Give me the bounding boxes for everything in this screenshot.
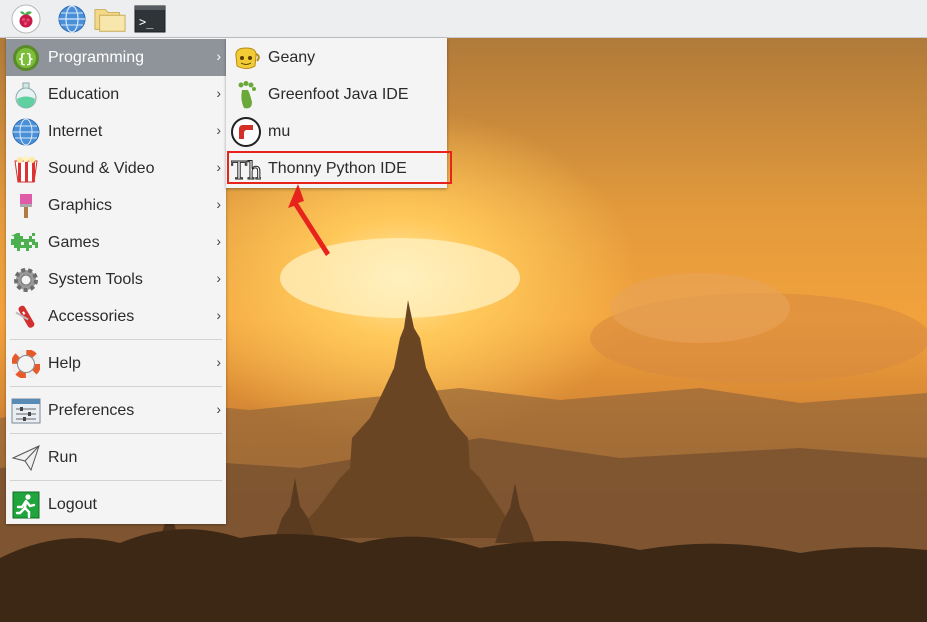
menu-separator: [10, 480, 222, 481]
menu-item-run[interactable]: Run: [6, 439, 226, 476]
greenfoot-icon: [230, 79, 262, 111]
menu-item-logout[interactable]: Logout: [6, 486, 226, 523]
preferences-icon: [10, 395, 42, 427]
system-tools-icon: [10, 264, 42, 296]
menu-item-system-tools[interactable]: System Tools ›: [6, 261, 226, 298]
menu-item-label: Sound & Video: [48, 159, 155, 177]
menu-item-label: Graphics: [48, 196, 113, 214]
menu-item-internet[interactable]: Internet ›: [6, 113, 226, 150]
menu-item-label: Run: [48, 448, 78, 466]
chevron-right-icon: ›: [216, 270, 221, 286]
file-manager-icon: [94, 9, 126, 32]
web-browser-button[interactable]: [56, 3, 88, 35]
education-icon: [10, 79, 42, 111]
chevron-right-icon: ›: [216, 354, 221, 370]
chevron-right-icon: ›: [216, 85, 221, 101]
chevron-right-icon: ›: [216, 122, 221, 138]
menu-item-label: Internet: [48, 122, 103, 140]
mu-icon: [230, 116, 262, 148]
menu-item-programming[interactable]: {} Programming ›: [6, 39, 226, 76]
menu-item-label: Games: [48, 233, 100, 251]
file-manager-button[interactable]: [94, 3, 126, 35]
menu-item-help[interactable]: Help ›: [6, 345, 226, 382]
submenu-item-greenfoot[interactable]: Greenfoot Java IDE: [226, 76, 447, 113]
menu-item-preferences[interactable]: Preferences ›: [6, 392, 226, 429]
geany-icon: [230, 42, 262, 74]
menu-item-label: Logout: [48, 495, 97, 513]
raspberry-menu-icon: [11, 4, 41, 34]
terminal-icon: >_: [134, 5, 166, 33]
menu-item-label: Help: [48, 354, 81, 372]
internet-icon: [10, 116, 42, 148]
menu-item-label: Accessories: [48, 307, 135, 325]
games-icon: [10, 227, 42, 259]
submenu-item-label: mu: [268, 122, 291, 140]
chevron-right-icon: ›: [216, 233, 221, 249]
sound-video-icon: [10, 153, 42, 185]
programming-icon: {}: [10, 42, 42, 74]
logout-icon: [10, 489, 42, 521]
annotation-highlight-box: [227, 151, 452, 184]
menu-item-education[interactable]: Education ›: [6, 76, 226, 113]
raspberry-menu-button[interactable]: [10, 3, 42, 35]
menu-separator: [10, 433, 222, 434]
chevron-right-icon: ›: [216, 401, 221, 417]
chevron-right-icon: ›: [216, 196, 221, 212]
chevron-right-icon: ›: [216, 48, 221, 64]
accessories-icon: [10, 301, 42, 333]
terminal-button[interactable]: >_: [134, 3, 166, 35]
applications-menu: {} Programming › Education › Internet › …: [6, 38, 226, 524]
web-browser-icon: [58, 5, 86, 33]
submenu-item-label: Geany: [268, 48, 316, 66]
graphics-icon: [10, 190, 42, 222]
menu-item-games[interactable]: Games ›: [6, 224, 226, 261]
menu-separator: [10, 339, 222, 340]
svg-text:>_: >_: [139, 15, 154, 29]
submenu-item-label: Greenfoot Java IDE: [268, 85, 409, 103]
chevron-right-icon: ›: [216, 307, 221, 323]
menu-item-graphics[interactable]: Graphics ›: [6, 187, 226, 224]
menu-item-label: Education: [48, 85, 120, 103]
menu-separator: [10, 386, 222, 387]
svg-text:{}: {}: [18, 52, 34, 67]
submenu-item-mu[interactable]: mu: [226, 113, 447, 150]
menu-item-sound-video[interactable]: Sound & Video ›: [6, 150, 226, 187]
menu-item-accessories[interactable]: Accessories ›: [6, 298, 226, 335]
menu-item-label: System Tools: [48, 270, 143, 288]
submenu-item-geany[interactable]: Geany: [226, 39, 447, 76]
menu-item-label: Preferences: [48, 401, 135, 419]
menu-item-label: Programming: [48, 48, 145, 66]
top-panel: >_: [0, 0, 927, 38]
chevron-right-icon: ›: [216, 159, 221, 175]
run-icon: [10, 442, 42, 474]
help-icon: [10, 348, 42, 380]
